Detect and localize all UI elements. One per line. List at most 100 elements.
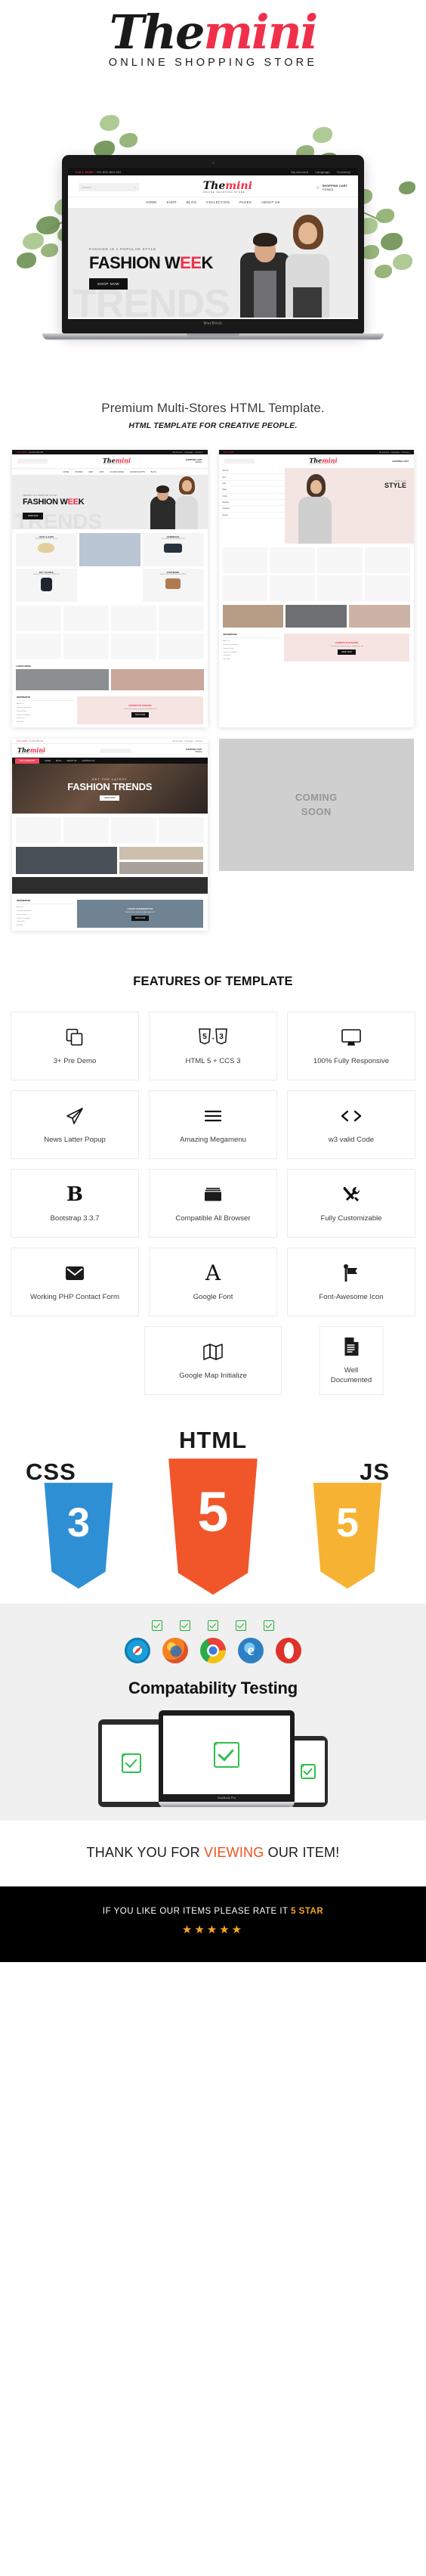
shopping-cart[interactable]: 🛒 SHOPPING CART ITEM(0)	[316, 184, 347, 191]
shot3-navbar: TOP CATEGORY HOME BLOG ABOUT US CONTACT …	[12, 758, 208, 764]
shot3-logo-sub: ONLINE SHOPPING STORE	[17, 753, 44, 755]
flag-icon	[342, 1262, 360, 1285]
nav-item-about[interactable]: ABOUT US	[261, 200, 280, 204]
phone-screen	[292, 1741, 325, 1803]
my-account-link[interactable]: My Account	[291, 170, 308, 174]
mini-site-slider: TRENDS FASHION IS A POPULAR STYLE FASHIO…	[68, 208, 358, 318]
green-check-icon	[214, 1742, 239, 1768]
product-card	[365, 575, 410, 601]
feature-card-bootstrap[interactable]: B Bootstrap 3.3.7	[11, 1169, 139, 1238]
search-icon[interactable]: ⌕	[134, 185, 136, 189]
tile-buy-scarfs: BUY SCARFS MORE COLLECTIONS OF SEASONS	[16, 569, 77, 602]
shot1-footer-col-title: INFORMATION	[17, 696, 74, 701]
preview-shot-home-1[interactable]: CALL NOW ! +91 801-654-331 My Account · …	[12, 450, 208, 728]
brand-tagline: ONLINE SHOPPING STORE	[108, 56, 318, 69]
feature-card-responsive[interactable]: 100% Fully Responsive	[287, 1012, 415, 1081]
slider-shop-now-button[interactable]: SHOP NOW	[89, 278, 128, 290]
search-input[interactable]: Search ⌕	[79, 183, 139, 191]
feature-card-contact-form[interactable]: Working PHP Contact Form	[11, 1248, 139, 1317]
mini-site-topbar: CALL NOW ! +91 801-654-331 My Account La…	[68, 168, 358, 175]
tagline-sub: HTML TEMPLATE FOR CREATIVE PEOPLE.	[128, 421, 298, 430]
feature-label: Fully Customizable	[320, 1214, 382, 1223]
feature-card-pre-demo[interactable]: 3+ Pre Demo	[11, 1012, 139, 1081]
feature-card-google-map[interactable]: Google Map Initialize	[144, 1326, 282, 1396]
feature-card-newsletter[interactable]: News Latter Popup	[11, 1090, 139, 1160]
language-link[interactable]: Language	[315, 170, 329, 174]
shot2-promo-sub: Lorem ipsum dolor sit amet, consectetuer…	[330, 645, 363, 647]
shot2-header: Themini ONLINE SHOPPING STORE SHOPPING CA…	[219, 454, 415, 468]
shot1-cart: SHOPPING CART ITEM(0)	[186, 459, 202, 463]
shot2-language: Language	[390, 451, 400, 454]
nav-item-blog[interactable]: BLOG	[187, 200, 196, 204]
svg-text:3: 3	[219, 1033, 224, 1041]
feature-card-w3-valid[interactable]: w3 valid Code	[287, 1090, 415, 1160]
tile-1-title: HANDBAGS	[166, 536, 180, 538]
shot1-products	[12, 606, 208, 663]
shot2-body: Women Men Kids Bags Shoes Watches Jewell…	[218, 468, 414, 544]
nav-item-pages[interactable]: PAGES	[239, 200, 252, 204]
mini-site-nav[interactable]: HOME SHOP BLOG COLLECTION PAGES ABOUT US	[68, 197, 358, 208]
device-mockups: MacBook Pro	[0, 1710, 426, 1821]
shot3-hero: GET THE LATEST FASHION TRENDS SHOP NOW	[12, 764, 208, 814]
nav-item-home[interactable]: HOME	[146, 200, 156, 204]
preview-shot-home-3[interactable]: CALL NOW ! +91 801-654-331 My Account · …	[12, 739, 208, 932]
shot2-cart-label: SHOPPING CART	[392, 460, 409, 463]
currency-link[interactable]: Currency	[337, 170, 350, 174]
feature-card-google-font[interactable]: A Google Font	[149, 1248, 277, 1317]
css3-shield-icon: 3	[38, 1483, 119, 1589]
firefox-icon	[162, 1638, 188, 1664]
promo-page: Themini ONLINE SHOPPING STORE CALL NOW !…	[0, 0, 426, 1963]
feature-label: Compatible All Browser	[175, 1214, 251, 1223]
product-card	[158, 817, 204, 844]
browser-icon-row: e	[0, 1638, 426, 1664]
shot1-logo: Themini ONLINE SHOPPING STORE	[102, 457, 131, 465]
cart-icon: 🛒	[316, 185, 320, 189]
feature-label: 100% Fully Responsive	[313, 1056, 390, 1065]
feature-card-html-css[interactable]: 5 + 3 HTML 5 + CCS 3	[149, 1012, 277, 1081]
shot1-title-a: FASHION W	[23, 498, 68, 507]
shot1-promo-title: EXPERTS IN FASHION	[128, 703, 152, 707]
call-now-label: CALL NOW !	[76, 169, 95, 174]
nav-item-shop[interactable]: SHOP	[167, 200, 177, 204]
tools-icon	[341, 1183, 361, 1206]
tile-0-title: HATS & CAPS	[39, 536, 54, 538]
browser-check-row	[0, 1620, 426, 1632]
shot3-nav-3: CONTACT US	[82, 759, 95, 762]
product-card	[365, 547, 410, 573]
product-card	[110, 634, 156, 659]
shot1-title-b: K	[78, 498, 85, 507]
shot1-promo-sub: Lorem ipsum dolor sit amet, consectetuer…	[123, 708, 157, 710]
svg-text:+: +	[211, 1037, 215, 1042]
shot1-account: My Account	[172, 451, 183, 454]
feature-card-customizable[interactable]: Fully Customizable	[287, 1169, 415, 1238]
shot3-promo-title: LATEST FASHION STYLE	[127, 907, 153, 910]
feature-card-documentation[interactable]: Well Documented	[319, 1326, 384, 1396]
tile-footware: FOOTWARE START BUY LUXURY ACCESSORIES	[142, 569, 204, 602]
shot3-header: Themini ONLINE SHOPPING STORE SHOPPING CA…	[12, 744, 208, 758]
shot3-hero-button: SHOP NOW	[100, 795, 120, 801]
shot1-language: Language	[184, 451, 193, 454]
slider-title-red: EE	[180, 253, 202, 272]
feature-card-font-awesome[interactable]: Font-Awesome Icon	[287, 1248, 415, 1317]
feature-card-browsers[interactable]: Compatible All Browser	[149, 1169, 277, 1238]
brand-logo: Themini ONLINE SHOPPING STORE	[0, 0, 426, 69]
tagline-main: Premium Multi-Stores HTML Template.	[101, 401, 325, 415]
product-card	[16, 606, 61, 631]
shot1-footer: INFORMATION About Us Delivery Informatio…	[12, 693, 208, 728]
coming-soon-text: COMING SOON	[295, 791, 338, 817]
brand-logo-script: Themini	[110, 9, 318, 56]
shot3-language: Language	[184, 739, 193, 742]
star-rating: ★★★★★	[181, 1923, 245, 1937]
shot3-nav-2: ABOUT US	[66, 759, 77, 762]
thanks-text-b: OUR ITEM!	[264, 1845, 340, 1861]
laptop-base	[42, 333, 384, 340]
feature-card-megamenu[interactable]: Amazing Megamenu	[149, 1090, 277, 1160]
preview-shot-home-2[interactable]: CALL NOW ! My Account · Language · Curre…	[218, 450, 415, 728]
feature-label: Working PHP Contact Form	[29, 1292, 119, 1301]
nav-item-collection[interactable]: COLLECTION	[206, 200, 230, 204]
laptop-compat-base	[159, 1802, 295, 1808]
shot3-footer-col-title: INFORMATION	[17, 900, 74, 905]
shot3-nav-0: HOME	[45, 759, 51, 762]
shot2-side-6: Jewellery	[218, 506, 286, 513]
shot1-slider: TRENDS TRENDS IS A POPULAR STYLE FASHION…	[12, 475, 208, 529]
